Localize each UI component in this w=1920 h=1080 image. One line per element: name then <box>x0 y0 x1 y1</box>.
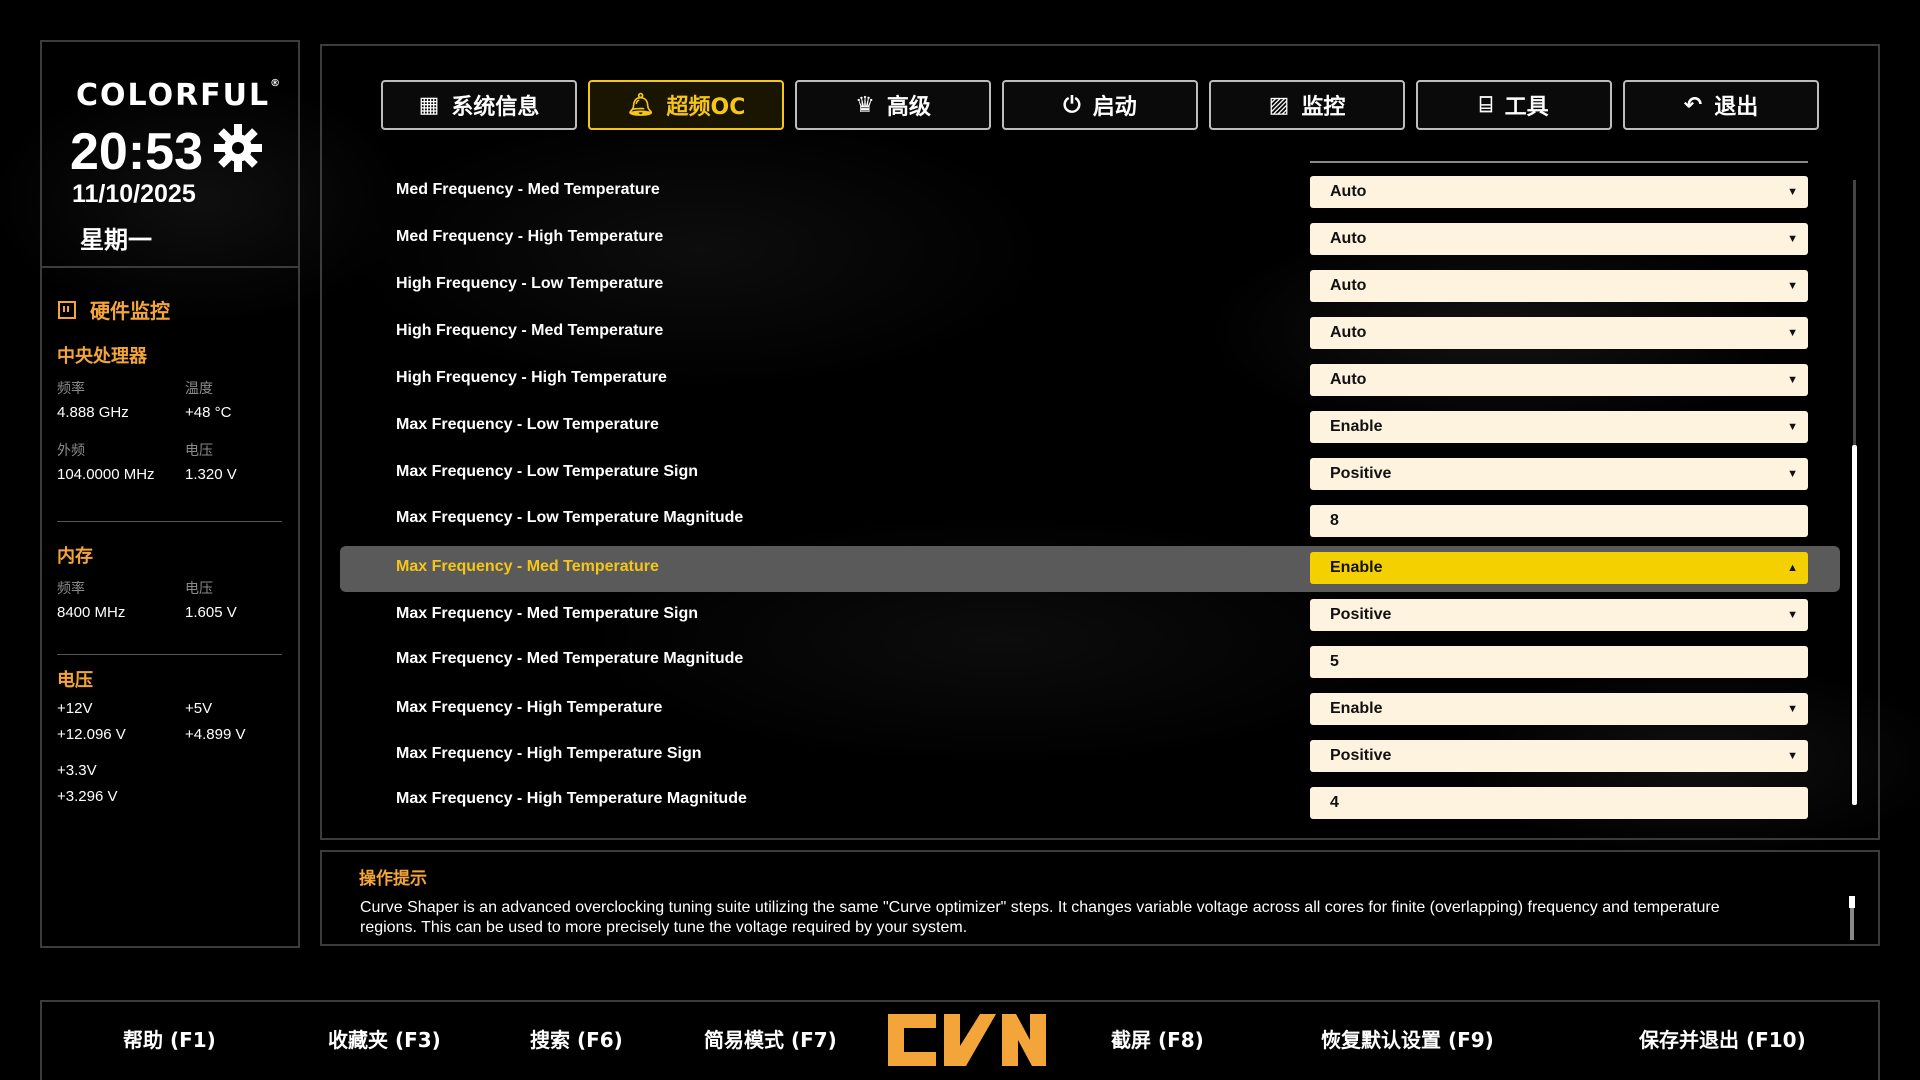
setting-label[interactable]: Med Frequency - High Temperature <box>396 228 663 246</box>
cpu-freq-label: 频率 <box>57 381 85 397</box>
help-button[interactable]: 帮助 (F1) <box>123 1024 216 1053</box>
setting-dropdown[interactable]: Auto ▼ <box>1310 176 1808 208</box>
chevron-down-icon: ▼ <box>1787 280 1798 292</box>
chevron-up-icon: ▲ <box>1787 562 1798 574</box>
gear-icon[interactable] <box>210 120 266 176</box>
setting-dropdown-selected[interactable]: Enable ▲ <box>1310 552 1808 584</box>
setting-label[interactable]: Max Frequency - High Temperature <box>396 699 662 717</box>
memory-volt-value: 1.605 V <box>185 604 237 621</box>
chevron-down-icon: ▼ <box>1787 421 1798 433</box>
setting-dropdown[interactable]: Positive ▼ <box>1310 458 1808 490</box>
setting-label[interactable]: Max Frequency - Low Temperature Magnitud… <box>396 509 743 527</box>
setting-input[interactable]: 5 <box>1310 646 1808 678</box>
power-icon: ⏻ <box>1063 92 1081 118</box>
cpu-freq-value: 4.888 GHz <box>57 404 129 421</box>
brand-logo: COLORFUL® <box>76 78 283 113</box>
setting-label[interactable]: Max Frequency - High Temperature Sign <box>396 745 702 763</box>
tab-advanced[interactable]: ♛ 高级 <box>795 80 991 130</box>
setting-label[interactable]: High Frequency - Low Temperature <box>396 275 663 293</box>
help-scrollbar[interactable] <box>1849 896 1855 940</box>
v12-label: +12V <box>57 700 93 717</box>
chevron-down-icon: ▼ <box>1787 374 1798 386</box>
favorites-button[interactable]: 收藏夹 (F3) <box>328 1024 441 1053</box>
grid-icon: ▦ <box>418 92 440 118</box>
chevron-down-icon: ▼ <box>1787 186 1798 198</box>
setting-label[interactable]: High Frequency - Med Temperature <box>396 322 663 340</box>
toolbox-icon: ⌸ <box>1479 92 1493 118</box>
memory-freq-label: 频率 <box>57 581 85 597</box>
crown-icon: ♛ <box>855 92 875 118</box>
clock-time: 20:53 <box>70 123 203 181</box>
monitor-icon: ▨ <box>1268 92 1290 118</box>
screenshot-button[interactable]: 截屏 (F8) <box>1111 1024 1204 1053</box>
setting-dropdown[interactable]: Auto ▼ <box>1310 364 1808 396</box>
setting-label-selected[interactable]: Max Frequency - Med Temperature <box>396 558 659 576</box>
setting-label[interactable]: Max Frequency - Med Temperature Sign <box>396 605 698 623</box>
setting-dropdown[interactable]: Positive ▼ <box>1310 599 1808 631</box>
setting-input[interactable]: 4 <box>1310 787 1808 819</box>
hardware-monitor-title: 硬件监控 <box>58 295 170 324</box>
save-exit-button[interactable]: 保存并退出 (F10) <box>1639 1024 1806 1053</box>
setting-dropdown[interactable]: Auto ▼ <box>1310 270 1808 302</box>
chevron-down-icon: ▼ <box>1787 750 1798 762</box>
memory-volt-label: 电压 <box>185 581 213 597</box>
chevron-down-icon: ▼ <box>1787 327 1798 339</box>
tab-monitor[interactable]: ▨ 监控 <box>1209 80 1405 130</box>
v33-label: +3.3V <box>57 762 97 779</box>
setting-dropdown[interactable]: Positive ▼ <box>1310 740 1808 772</box>
clock-date: 11/10/2025 <box>72 180 196 208</box>
monitor-icon <box>58 301 76 319</box>
chevron-down-icon: ▼ <box>1787 703 1798 715</box>
setting-input[interactable]: 8 <box>1310 505 1808 537</box>
tab-overclock[interactable]: 🔔︎ 超频OC <box>588 80 784 130</box>
help-text: Curve Shaper is an advanced overclocking… <box>360 899 1720 936</box>
setting-label[interactable]: Max Frequency - Low Temperature <box>396 416 659 434</box>
setting-label[interactable]: Med Frequency - Med Temperature <box>396 181 660 199</box>
restore-defaults-button[interactable]: 恢复默认设置 (F9) <box>1321 1024 1494 1053</box>
list-top-divider <box>1310 161 1808 163</box>
v33-value: +3.296 V <box>57 788 118 805</box>
divider <box>57 521 282 522</box>
cpu-temp-value: +48 °C <box>185 404 232 421</box>
cpu-volt-value: 1.320 V <box>185 466 237 483</box>
clock-weekday: 星期一 <box>80 226 152 254</box>
chevron-down-icon: ▼ <box>1787 609 1798 621</box>
voltage-section-title: 电压 <box>57 670 93 691</box>
cpu-section-title: 中央处理器 <box>57 346 147 367</box>
setting-label[interactable]: Max Frequency - High Temperature Magnitu… <box>396 790 747 808</box>
setting-dropdown[interactable]: Enable ▼ <box>1310 693 1808 725</box>
memory-freq-value: 8400 MHz <box>57 604 126 621</box>
v12-value: +12.096 V <box>57 726 126 743</box>
back-icon: ↶ <box>1683 92 1703 118</box>
divider <box>57 654 282 655</box>
cpu-bclk-label: 外频 <box>57 443 85 459</box>
chevron-down-icon: ▼ <box>1787 468 1798 480</box>
tab-system-info[interactable]: ▦ 系统信息 <box>381 80 577 130</box>
search-button[interactable]: 搜索 (F6) <box>530 1024 623 1053</box>
setting-label[interactable]: Max Frequency - Low Temperature Sign <box>396 463 698 481</box>
setting-dropdown[interactable]: Auto ▼ <box>1310 317 1808 349</box>
v5-value: +4.899 V <box>185 726 246 743</box>
setting-label[interactable]: High Frequency - High Temperature <box>396 369 667 387</box>
help-title: 操作提示 <box>359 869 427 889</box>
tab-boot[interactable]: ⏻ 启动 <box>1002 80 1198 130</box>
settings-scrollbar-thumb[interactable] <box>1852 445 1857 805</box>
setting-label[interactable]: Max Frequency - Med Temperature Magnitud… <box>396 650 743 668</box>
cpu-bclk-value: 104.0000 MHz <box>57 466 155 483</box>
setting-dropdown[interactable]: Enable ▼ <box>1310 411 1808 443</box>
tab-tools[interactable]: ⌸ 工具 <box>1416 80 1612 130</box>
cpu-temp-label: 温度 <box>185 381 213 397</box>
cpu-volt-label: 电压 <box>185 443 213 459</box>
tab-exit[interactable]: ↶ 退出 <box>1623 80 1819 130</box>
easy-mode-button[interactable]: 简易模式 (F7) <box>704 1024 837 1053</box>
v5-label: +5V <box>185 700 213 717</box>
memory-section-title: 内存 <box>57 546 93 567</box>
bell-icon: 🔔︎ <box>626 92 655 118</box>
chevron-down-icon: ▼ <box>1787 233 1798 245</box>
setting-dropdown[interactable]: Auto ▼ <box>1310 223 1808 255</box>
cvn-logo <box>888 1014 1046 1066</box>
